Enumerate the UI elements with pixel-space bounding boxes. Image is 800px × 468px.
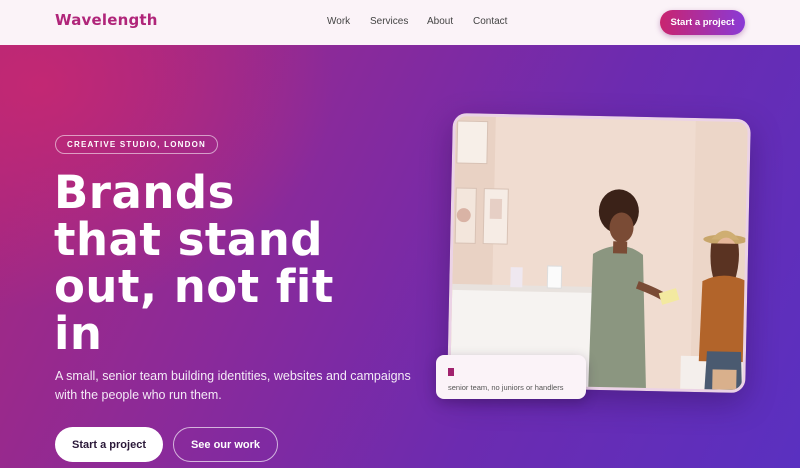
nav-link-work[interactable]: Work xyxy=(327,16,350,27)
hero-subtitle: A small, senior team building identities… xyxy=(55,369,411,402)
start-project-button[interactable]: Start a project xyxy=(55,427,163,462)
see-our-work-button[interactable]: See our work xyxy=(173,427,278,462)
headline-line-1: Brands xyxy=(54,166,235,219)
nav-link-about[interactable]: About xyxy=(427,16,453,27)
headline-line-4: in xyxy=(54,307,103,360)
caption-card: senior team, no juniors or handlers xyxy=(436,355,586,399)
quote-icon xyxy=(448,368,454,376)
header-start-project-button[interactable]: Start a project xyxy=(660,10,745,35)
main-nav: Work Services About Contact xyxy=(327,16,527,27)
headline-line-2: that stand xyxy=(54,213,324,266)
hero-photo xyxy=(447,112,751,394)
nav-link-services[interactable]: Services xyxy=(370,16,408,27)
headline-line-3: out, not fit xyxy=(54,260,334,313)
caption-text: senior team, no juniors or handlers xyxy=(448,383,564,392)
site-header: Wavelength Work Services About Contact S… xyxy=(0,0,800,45)
hero-headline: Brands that stand out, not fit in xyxy=(54,169,434,357)
location-badge: CREATIVE STUDIO, LONDON xyxy=(55,135,219,154)
nav-link-contact[interactable]: Contact xyxy=(473,16,507,27)
logo[interactable]: Wavelength xyxy=(55,11,158,29)
